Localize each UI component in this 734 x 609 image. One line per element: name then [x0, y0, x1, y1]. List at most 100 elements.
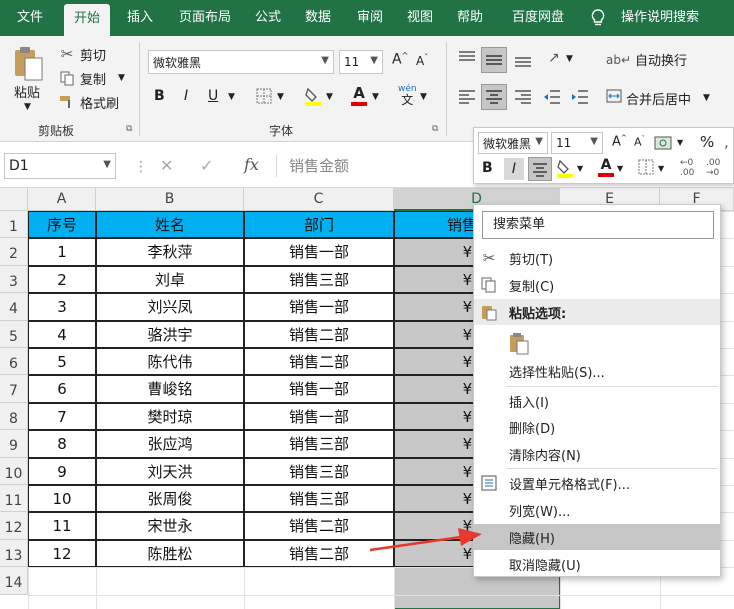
menu-item-delete[interactable]: 删除(D) — [474, 414, 720, 440]
chevron-down-icon[interactable]: ▼ — [677, 138, 683, 147]
row-header[interactable]: 5 — [0, 320, 28, 348]
paste-icon[interactable] — [12, 44, 48, 84]
decrease-font-icon[interactable]: Aˇ — [634, 135, 645, 149]
table-cell[interactable]: 8 — [28, 430, 96, 458]
decrease-decimal-icon[interactable]: .00 →0 — [706, 158, 720, 178]
chevron-down-icon[interactable]: ▼ — [24, 102, 31, 112]
decrease-indent-icon[interactable] — [542, 86, 562, 112]
column-header[interactable]: C — [244, 188, 394, 211]
table-cell[interactable]: 4 — [28, 320, 96, 348]
cut-button[interactable]: ✂ 剪切 — [58, 44, 106, 64]
chevron-down-icon[interactable]: ▼ — [420, 92, 427, 102]
table-cell[interactable]: 12 — [28, 539, 96, 568]
decrease-font-icon[interactable]: Aˇ — [416, 53, 428, 68]
table-cell[interactable]: 销售一部 — [244, 293, 394, 321]
table-cell[interactable]: 李秋萍 — [96, 238, 244, 266]
table-cell[interactable]: 销售一部 — [244, 402, 394, 431]
table-cell[interactable]: 陈代伟 — [96, 348, 244, 376]
chevron-down-icon[interactable]: ▼ — [577, 164, 583, 173]
mini-size-combo[interactable]: 11 ▼ — [551, 132, 603, 154]
align-center-icon[interactable] — [481, 84, 507, 110]
row-header[interactable]: 9 — [0, 430, 28, 458]
font-color-button[interactable]: A — [350, 84, 368, 106]
table-cell[interactable]: 张周俊 — [96, 485, 244, 513]
tell-me-search[interactable]: 操作说明搜索 — [614, 0, 706, 36]
copy-button[interactable]: 复制 ▼ — [58, 68, 125, 88]
menu-item-format-cells[interactable]: 设置单元格格式(F)... — [474, 470, 720, 496]
comma-style-icon[interactable]: , — [724, 133, 729, 151]
row-header[interactable]: 14 — [0, 567, 28, 595]
mini-borders-icon[interactable] — [638, 159, 654, 179]
table-cell[interactable]: 销售三部 — [244, 430, 394, 458]
align-right-icon[interactable] — [512, 86, 534, 112]
more-dots-icon[interactable]: ⋮ — [134, 159, 148, 175]
table-cell[interactable]: 刘天洪 — [96, 457, 244, 485]
table-cell[interactable]: 曹峻铭 — [96, 375, 244, 403]
mini-center-icon[interactable] — [528, 157, 552, 181]
increase-font-icon[interactable]: A^ — [392, 51, 408, 68]
row-header[interactable]: 3 — [0, 265, 28, 294]
chevron-down-icon[interactable]: ▼ — [326, 92, 333, 102]
menu-item-column-width[interactable]: 列宽(W)... — [474, 497, 720, 523]
table-cell[interactable]: 11 — [28, 512, 96, 540]
name-box[interactable]: D1 ▼ — [4, 153, 116, 179]
increase-decimal-icon[interactable]: ←0.00 — [680, 158, 694, 178]
table-header-cell[interactable]: 姓名 — [96, 211, 244, 239]
table-cell[interactable]: 销售二部 — [244, 320, 394, 348]
table-cell[interactable]: 6 — [28, 375, 96, 403]
fill-color-icon[interactable] — [304, 86, 322, 110]
paste-clipboard-icon[interactable] — [508, 331, 530, 355]
table-cell[interactable]: 销售二部 — [244, 348, 394, 376]
mini-font-color-icon[interactable]: A — [598, 157, 614, 177]
mini-italic-button[interactable]: I — [504, 158, 524, 180]
tab-insert[interactable]: 插入 — [118, 0, 162, 36]
align-middle-icon[interactable] — [481, 47, 507, 73]
phonetic-guide-icon[interactable]: wén 文 — [398, 84, 417, 106]
menu-item-paste-special[interactable]: 选择性粘贴(S)... — [474, 358, 720, 384]
table-cell[interactable]: 10 — [28, 485, 96, 513]
row-header[interactable]: 1 — [0, 211, 28, 239]
row-header[interactable]: 7 — [0, 375, 28, 403]
chevron-down-icon[interactable]: ▼ — [566, 54, 573, 64]
row-header[interactable]: 2 — [0, 238, 28, 266]
table-header-cell[interactable]: 部门 — [244, 211, 394, 239]
row-header[interactable]: 13 — [0, 539, 28, 568]
row-header[interactable]: 4 — [0, 293, 28, 321]
wrap-text-button[interactable]: ab↵ 自动换行 — [606, 50, 687, 70]
format-painter-button[interactable]: 格式刷 — [58, 92, 119, 112]
tab-help[interactable]: 帮助 — [448, 0, 492, 36]
tab-data[interactable]: 数据 — [296, 0, 340, 36]
chevron-down-icon[interactable]: ▼ — [372, 92, 379, 102]
column-header[interactable]: B — [96, 188, 244, 211]
underline-button[interactable]: U — [208, 88, 218, 104]
menu-item-unhide[interactable]: 取消隐藏(U) — [474, 551, 720, 577]
column-header[interactable]: A — [28, 188, 96, 211]
italic-button[interactable]: I — [184, 88, 188, 104]
percent-button[interactable]: % — [700, 133, 714, 151]
menu-item-copy[interactable]: 复制(C) — [474, 272, 720, 298]
dialog-launcher-icon[interactable]: ⧉ — [432, 124, 438, 134]
table-cell[interactable]: 销售三部 — [244, 265, 394, 294]
increase-indent-icon[interactable] — [570, 86, 590, 112]
menu-item-insert[interactable]: 插入(I) — [474, 388, 720, 414]
formula-input[interactable]: 销售金额 — [276, 155, 476, 177]
row-header[interactable]: 12 — [0, 512, 28, 540]
chevron-down-icon[interactable]: ▼ — [277, 92, 284, 102]
row-header[interactable]: 11 — [0, 485, 28, 513]
mini-fill-color-icon[interactable] — [556, 158, 574, 182]
table-header-cell[interactable]: 序号 — [28, 211, 96, 239]
borders-icon[interactable] — [256, 88, 272, 108]
table-cell[interactable]: 销售三部 — [244, 485, 394, 513]
chevron-down-icon[interactable]: ▼ — [617, 164, 623, 173]
enter-check-icon[interactable]: ✓ — [200, 156, 213, 175]
table-cell[interactable]: 销售三部 — [244, 457, 394, 485]
row-header[interactable]: 10 — [0, 457, 28, 485]
table-cell[interactable]: 1 — [28, 238, 96, 266]
bold-button[interactable]: B — [154, 88, 165, 104]
accounting-format-icon[interactable] — [654, 134, 676, 156]
tab-file[interactable]: 文件 — [4, 0, 56, 36]
menu-item-cut[interactable]: ✂ 剪切(T) — [474, 245, 720, 271]
table-cell[interactable]: 销售一部 — [244, 238, 394, 266]
table-cell[interactable]: 7 — [28, 402, 96, 431]
tab-formulas[interactable]: 公式 — [248, 0, 288, 36]
